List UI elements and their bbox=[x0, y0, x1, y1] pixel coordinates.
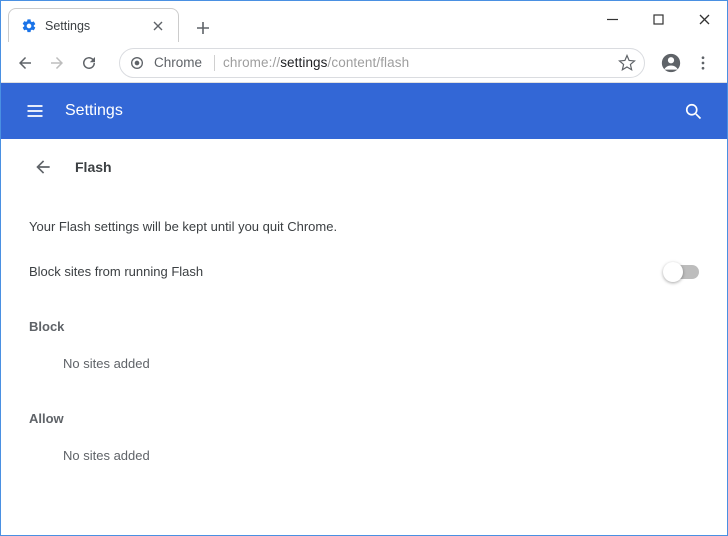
flash-notice: Your Flash settings will be kept until y… bbox=[29, 219, 699, 234]
block-section-header: Block bbox=[29, 319, 699, 334]
account-button[interactable] bbox=[655, 47, 687, 79]
search-button[interactable] bbox=[675, 93, 711, 129]
menu-icon[interactable] bbox=[17, 93, 53, 129]
toggle-knob bbox=[663, 262, 683, 282]
tab-close-button[interactable] bbox=[150, 18, 166, 34]
settings-appbar: Settings bbox=[1, 83, 727, 139]
address-bar[interactable]: Chrome chrome://settings/content/flash bbox=[119, 48, 645, 78]
window-close-button[interactable] bbox=[681, 1, 727, 37]
browser-tab-settings[interactable]: Settings bbox=[8, 8, 179, 42]
omnibox-origin-label: Chrome bbox=[154, 55, 202, 70]
window-minimize-button[interactable] bbox=[589, 1, 635, 37]
omnibox-divider bbox=[214, 55, 215, 71]
tab-title: Settings bbox=[45, 19, 90, 33]
gear-icon bbox=[21, 18, 37, 34]
block-flash-toggle-label: Block sites from running Flash bbox=[29, 264, 203, 279]
back-button[interactable] bbox=[9, 47, 41, 79]
settings-back-button[interactable] bbox=[29, 153, 57, 181]
forward-button[interactable] bbox=[41, 47, 73, 79]
bookmark-star-icon[interactable] bbox=[618, 54, 636, 72]
allow-section-empty: No sites added bbox=[63, 448, 699, 463]
window-maximize-button[interactable] bbox=[635, 1, 681, 37]
block-section-empty: No sites added bbox=[63, 356, 699, 371]
allow-section-header: Allow bbox=[29, 411, 699, 426]
omnibox-url: chrome://settings/content/flash bbox=[223, 55, 409, 70]
appbar-title: Settings bbox=[65, 102, 123, 120]
page-title: Flash bbox=[75, 159, 112, 175]
block-flash-toggle[interactable] bbox=[665, 265, 699, 279]
chrome-menu-button[interactable] bbox=[687, 47, 719, 79]
site-info-icon[interactable] bbox=[128, 54, 146, 72]
reload-button[interactable] bbox=[73, 47, 105, 79]
new-tab-button[interactable] bbox=[189, 14, 217, 42]
